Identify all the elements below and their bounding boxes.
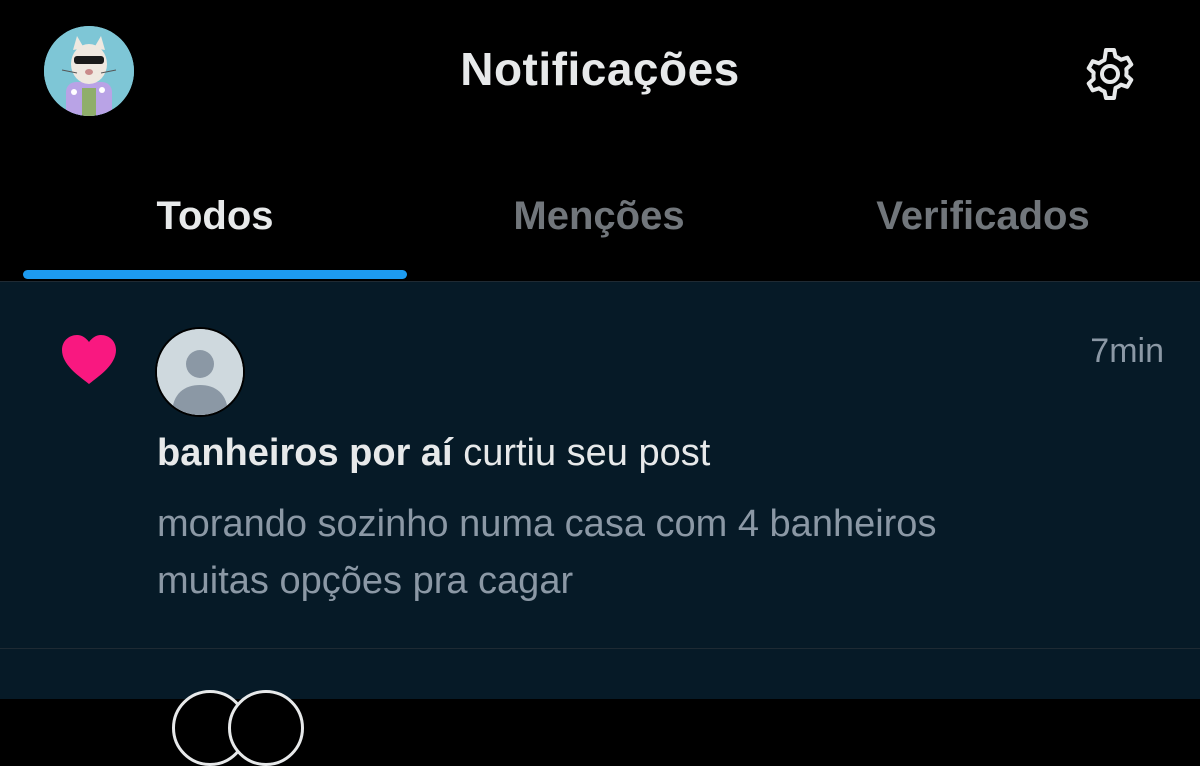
- notification-summary: banheiros por aí curtiu seu post: [157, 432, 710, 475]
- notification-time: 7min: [1090, 332, 1164, 370]
- avatar: [228, 690, 304, 766]
- post-text-line: morando sozinho numa casa com 4 banheiro…: [157, 503, 937, 545]
- page-title: Notificações: [460, 43, 740, 95]
- tab-mencoes[interactable]: Menções: [407, 192, 791, 262]
- post-preview[interactable]: morando sozinho numa casa com 4 banheiro…: [157, 496, 1157, 610]
- default-avatar-icon: [157, 329, 243, 415]
- actor-name[interactable]: banheiros por aí: [157, 432, 453, 474]
- actor-avatar[interactable]: [157, 329, 243, 415]
- next-notification-item[interactable]: [0, 649, 1200, 766]
- notification-item[interactable]: 7min banheiros por aí curtiu seu post mo…: [0, 282, 1200, 648]
- active-tab-indicator: [23, 270, 407, 279]
- gear-icon[interactable]: [1080, 44, 1140, 104]
- top-bar: Notificações Todos Menções Verificados: [0, 0, 1200, 282]
- tab-verificados[interactable]: Verificados: [791, 192, 1175, 262]
- tab-todos[interactable]: Todos: [23, 192, 407, 262]
- post-text-line: muitas opções pra cagar: [157, 560, 574, 602]
- action-text: curtiu seu post: [463, 432, 711, 474]
- notification-tabs: Todos Menções Verificados: [0, 180, 1200, 282]
- heart-icon: [62, 335, 116, 384]
